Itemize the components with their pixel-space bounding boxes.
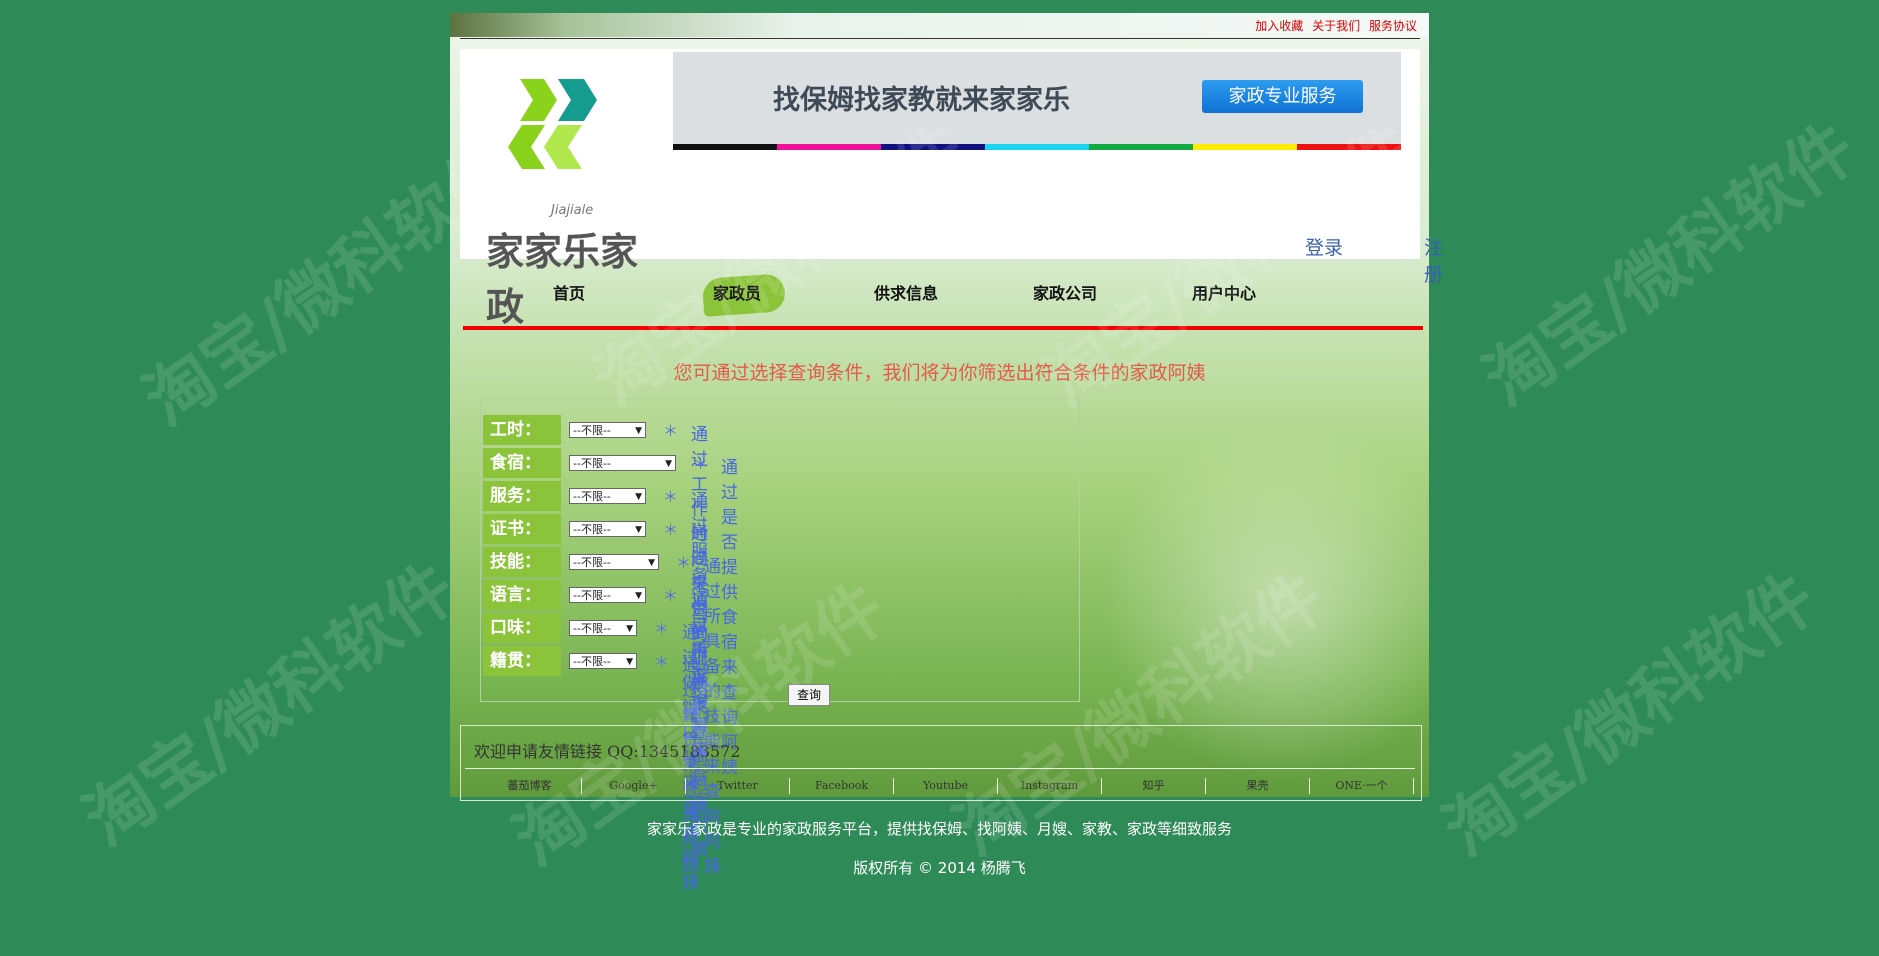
banner-color-stripe [673,144,1401,150]
nav-divider [463,326,1423,330]
stripe-segment [1193,144,1297,150]
friend-link[interactable]: 果壳 [1206,778,1310,794]
filter-label: 技能： [483,547,561,577]
star-icon: ＊ [676,554,692,572]
divider [465,768,1415,769]
filter-form: 工时： --不限-- ▼ ＊ 通过工作时间来查询阿姨 食宿： --不限-- ▼ ＊ … [480,398,1080,893]
site-logo[interactable]: Jiajiale 家家乐家政 [470,67,670,329]
filter-label: 口味： [483,613,561,643]
footer-description: 家家乐家政是专业的家政服务平台，提供找保姆、找阿姨、月嫂、家教、家政等细致服务 [646,820,1232,838]
add-favorite-link[interactable]: 加入收藏 [1255,19,1303,33]
friend-link[interactable]: Instagram [998,778,1102,794]
friend-link[interactable]: Facebook [790,778,894,794]
stripe-segment [777,144,881,150]
filter-label: 籍贯： [483,646,561,676]
star-icon: ＊ [693,455,709,473]
star-icon: ＊ [663,587,679,605]
star-icon: ＊ [654,653,670,671]
star-icon: ＊ [663,521,679,539]
nav-user-center[interactable]: 用户中心 [1192,280,1256,304]
filter-label: 语言： [483,580,561,610]
stripe-segment [1089,144,1193,150]
select-value: --不限-- [573,424,611,437]
dropdown-arrow-icon: ▼ [635,591,642,601]
select-value: --不限-- [573,556,611,569]
footer-copyright: 版权所有 © 2014 杨腾飞 [853,859,1026,877]
banner-title: 找保姆找家教就来家家乐 [773,85,1070,116]
friend-link[interactable]: ONE·一个 [1310,778,1414,794]
friend-links-title: 欢迎申请友情链接 QQ:1345183572 [474,742,741,761]
stripe-segment [985,144,1089,150]
main-nav: 首页 家政员 供求信息 家政公司 用户中心 [450,268,1429,318]
certificate-select[interactable]: --不限-- ▼ [569,521,646,537]
star-icon: ＊ [663,422,679,440]
logo-chevron-icon [508,79,597,169]
filter-label: 食宿： [483,448,561,478]
service-agreement-link[interactable]: 服务协议 [1369,19,1417,33]
stripe-segment [881,144,985,150]
dropdown-arrow-icon: ▼ [626,624,633,634]
select-value: --不限-- [573,523,611,536]
friend-link[interactable]: Google+ [582,778,686,794]
service-select[interactable]: --不限-- ▼ [569,488,646,504]
page-container: 加入收藏 关于我们 服务协议 Jiajiale 家家乐家政 找保姆找家教就来家家… [450,13,1443,893]
language-select[interactable]: --不限-- ▼ [569,587,646,603]
nav-housekeeper[interactable]: 家政员 [713,280,761,304]
star-icon: ＊ [654,620,670,638]
taste-select[interactable]: --不限-- ▼ [569,620,637,636]
filter-label: 证书： [483,514,561,544]
friend-links-section: 欢迎申请友情链接 QQ:1345183572 蕃茄博客 Google+ Twit… [460,725,1422,801]
stripe-segment [1297,144,1401,150]
watermark: 淘宝/微科软件 [70,548,471,862]
friend-links-list: 蕃茄博客 Google+ Twitter Facebook Youtube In… [478,778,1414,794]
about-us-link[interactable]: 关于我们 [1312,19,1360,33]
select-value: --不限-- [573,490,611,503]
dropdown-arrow-icon: ▼ [635,492,642,502]
login-link[interactable]: 登录 [1305,233,1343,260]
dropdown-arrow-icon: ▼ [648,558,655,568]
star-icon: ＊ [663,488,679,506]
dropdown-arrow-icon: ▼ [626,657,633,667]
header: Jiajiale 家家乐家政 找保姆找家教就来家家乐 家政专业服务 登录 注册 [460,49,1443,329]
friend-link[interactable]: 蕃茄博客 [478,778,582,794]
dropdown-arrow-icon: ▼ [665,459,672,469]
friend-link[interactable]: Twitter [686,778,790,794]
worktime-select[interactable]: --不限-- ▼ [569,422,646,438]
banner: 找保姆找家教就来家家乐 家政专业服务 [673,52,1401,144]
select-value: --不限-- [573,457,611,470]
select-value: --不限-- [573,622,611,635]
skill-select[interactable]: --不限-- ▼ [569,554,659,570]
nav-home[interactable]: 首页 [553,280,585,304]
board-select[interactable]: --不限-- ▼ [569,455,676,471]
search-hint: 您可通过选择查询条件，我们将为你筛选出符合条件的家政阿姨 [673,362,1206,384]
nav-supply-demand[interactable]: 供求信息 [874,280,938,304]
select-value: --不限-- [573,655,611,668]
dropdown-arrow-icon: ▼ [635,525,642,535]
select-value: --不限-- [573,589,611,602]
friend-link[interactable]: Youtube [894,778,998,794]
friend-link[interactable]: 知乎 [1102,778,1206,794]
filter-label: 工时： [483,415,561,445]
divider [460,38,1420,39]
hometown-select[interactable]: --不限-- ▼ [569,653,637,669]
stripe-segment [673,144,777,150]
banner-service-button[interactable]: 家政专业服务 [1202,80,1363,113]
watermark: 淘宝/微科软件 [1470,108,1871,422]
top-links: 加入收藏 关于我们 服务协议 [1250,17,1417,34]
logo-subtext: Jiajiale [551,203,594,218]
filter-label: 服务： [483,481,561,511]
nav-company[interactable]: 家政公司 [1033,280,1097,304]
query-button[interactable]: 查询 [788,684,830,706]
top-bar: 加入收藏 关于我们 服务协议 [450,13,1429,37]
dropdown-arrow-icon: ▼ [635,426,642,436]
